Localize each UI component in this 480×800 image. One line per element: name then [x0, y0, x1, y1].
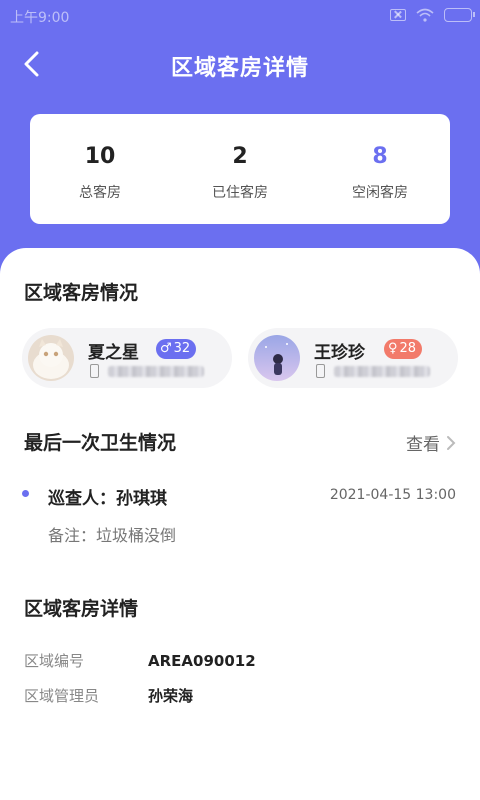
female-icon: ♀	[388, 341, 398, 356]
page-title: 区域客房详情	[170, 56, 309, 81]
age-value: 32	[173, 341, 191, 356]
stat-total-rooms: 10 总客房	[30, 114, 170, 224]
view-link-label: 查看	[406, 435, 440, 455]
chevron-right-icon	[447, 435, 456, 450]
occupant-card[interactable]: 王珍珍 ♀ 28	[248, 328, 458, 388]
stat-value: 10	[84, 144, 116, 169]
inspection-remark: 备注：垃圾桶没倒	[48, 526, 177, 545]
view-hygiene-link[interactable]: 查看	[406, 430, 456, 455]
phone-icon	[316, 364, 325, 378]
occupant-name: 王珍珍	[314, 343, 365, 363]
status-bar: 上午9:00	[0, 0, 480, 32]
stat-occupied-rooms: 2 已住客房	[170, 114, 310, 224]
detail-key: 区域管理员	[24, 687, 100, 705]
section-title-hygiene: 最后一次卫生情况	[24, 432, 177, 454]
phone-number-redacted	[334, 366, 430, 377]
inspector-name: 巡查人：孙琪琪	[48, 489, 167, 509]
status-time: 上午9:00	[10, 10, 70, 26]
detail-value: AREA090012	[148, 652, 256, 670]
inspection-time: 2021-04-15 13:00	[329, 487, 456, 503]
age-value: 28	[399, 341, 417, 356]
sim-absent-icon	[390, 9, 406, 21]
stat-label: 空闲客房	[352, 185, 408, 201]
stat-label: 总客房	[79, 185, 121, 201]
phone-icon	[90, 364, 99, 378]
occupant-card[interactable]: 夏之星 ♂ 32	[22, 328, 232, 388]
wifi-icon	[416, 8, 434, 22]
avatar	[28, 335, 74, 381]
stat-label: 已住客房	[212, 185, 268, 201]
header: 区域客房详情	[0, 40, 480, 88]
detail-row-area-manager: 区域管理员 孙荣海	[24, 685, 193, 706]
gender-age-badge: ♀ 28	[384, 339, 423, 359]
battery-icon	[444, 8, 475, 22]
avatar	[254, 335, 300, 381]
section-title-details: 区域客房详情	[24, 598, 139, 620]
stat-value: 8	[372, 144, 388, 169]
timeline-dot	[22, 490, 29, 497]
stat-vacant-rooms: 8 空闲客房	[310, 114, 450, 224]
stats-card: 10 总客房 2 已住客房 8 空闲客房	[30, 114, 450, 224]
phone-number-redacted	[108, 366, 204, 377]
occupant-name: 夏之星	[88, 343, 139, 363]
content-sheet: 区域客房情况 夏之星 ♂ 32 王珍珍 ♀ 28 最后一次卫生情况 查看 巡查人…	[0, 248, 480, 800]
male-icon: ♂	[160, 341, 172, 356]
detail-row-area-code: 区域编号 AREA090012	[24, 650, 256, 671]
section-title-occupancy: 区域客房情况	[24, 282, 139, 304]
gender-age-badge: ♂ 32	[156, 339, 197, 359]
stat-value: 2	[232, 144, 248, 169]
detail-key: 区域编号	[24, 652, 85, 670]
detail-value: 孙荣海	[148, 687, 194, 705]
status-icons	[390, 8, 475, 22]
